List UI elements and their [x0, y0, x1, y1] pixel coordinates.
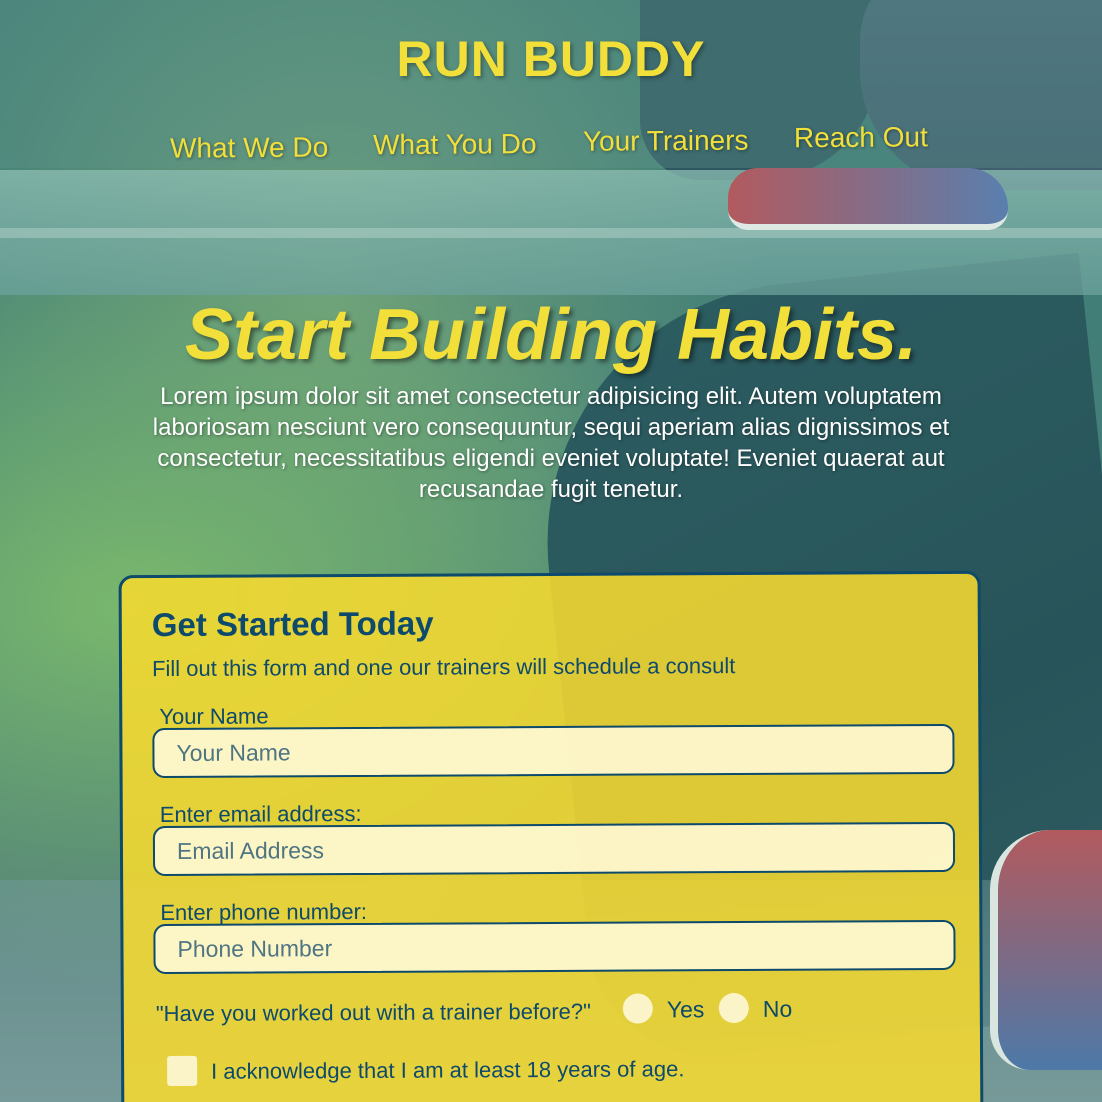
site-header: RUN BUDDY What We Do What You Do Your Tr… — [0, 0, 1102, 168]
main-nav: What We Do What You Do Your Trainers Rea… — [150, 119, 950, 165]
hero-title: Start Building Habits. — [184, 295, 918, 375]
trainer-question: "Have you worked out with a trainer befo… — [155, 998, 591, 1027]
age-checkbox-label: I acknowledge that I am at least 18 year… — [211, 1056, 685, 1084]
age-checkbox[interactable] — [167, 1055, 198, 1087]
phone-label: Enter phone number: — [160, 898, 368, 926]
form-subtitle: Fill out this form and one our trainers … — [151, 653, 736, 682]
get-started-form: Get Started Today Fill out this form and… — [118, 570, 984, 1102]
name-input[interactable] — [152, 723, 955, 779]
radio-yes[interactable] — [622, 993, 653, 1024]
running-shoe-image — [728, 168, 1008, 230]
radio-no[interactable] — [718, 992, 749, 1024]
name-label: Your Name — [159, 703, 269, 730]
hero-text: Lorem ipsum dolor sit amet consectetur a… — [152, 383, 950, 503]
nav-link-reach-out[interactable]: Reach Out — [794, 121, 928, 154]
page: RUN BUDDY What We Do What You Do Your Tr… — [0, 0, 1102, 1102]
radio-no-label: No — [762, 995, 793, 1022]
email-label: Enter email address: — [159, 800, 362, 828]
radio-yes-label: Yes — [666, 996, 705, 1023]
nav-link-your-trainers[interactable]: Your Trainers — [583, 125, 749, 158]
form-title: Get Started Today — [151, 604, 434, 644]
brand-title[interactable]: RUN BUDDY — [0, 30, 1102, 88]
email-input[interactable] — [152, 821, 956, 877]
nav-link-what-you-do[interactable]: What You Do — [373, 128, 537, 161]
nav-link-what-we-do[interactable]: What We Do — [170, 132, 328, 165]
running-shoe-image-lower — [990, 830, 1102, 1070]
phone-input[interactable] — [153, 919, 956, 975]
